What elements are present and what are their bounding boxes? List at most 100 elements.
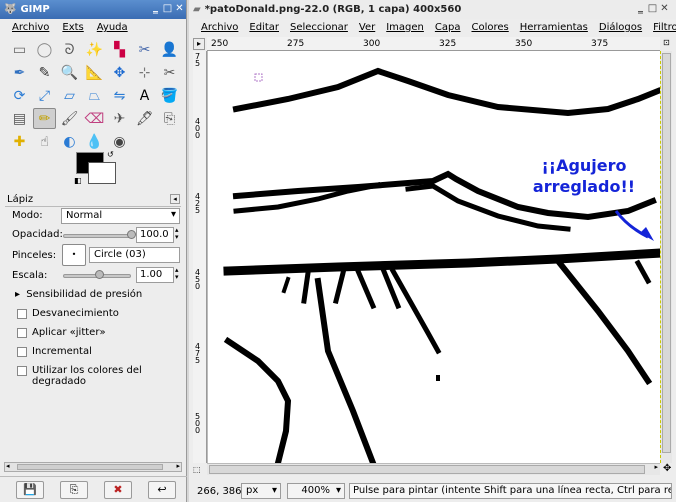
fuzzy-select-tool-icon[interactable]: ✨ xyxy=(83,39,106,60)
maximize-icon[interactable]: □ xyxy=(647,3,658,14)
close-icon[interactable]: ✕ xyxy=(659,3,670,14)
scale-tool-icon[interactable]: ⤢ xyxy=(33,85,56,106)
ink-tool-icon[interactable]: 🖋 xyxy=(133,108,156,129)
scale-slider-knob[interactable] xyxy=(95,270,104,279)
smudge-tool-icon[interactable]: ☝ xyxy=(33,131,56,152)
scale-stepper-icon[interactable]: ▴ ▾ xyxy=(175,267,179,281)
airbrush-tool-icon[interactable]: ✈ xyxy=(108,108,131,129)
color-select-tool-icon[interactable]: ▚ xyxy=(108,39,131,60)
bucket-fill-tool-icon[interactable]: 🪣 xyxy=(158,85,181,106)
rotate-tool-icon[interactable]: ⟳ xyxy=(8,85,31,106)
opacity-slider-knob[interactable] xyxy=(127,230,136,239)
menu-editar[interactable]: Editar xyxy=(249,22,279,33)
minimize-icon[interactable]: ‗ xyxy=(635,3,646,14)
quick-mask-icon[interactable]: ⬚ xyxy=(193,465,205,475)
option-checkbox[interactable] xyxy=(17,347,27,357)
pencil-tool-icon[interactable]: ✏ xyxy=(33,108,56,129)
option-checkbox[interactable] xyxy=(17,328,27,338)
save-options-button[interactable]: 💾 xyxy=(16,481,44,499)
menu-exts[interactable]: Exts xyxy=(62,22,83,33)
restore-options-button[interactable]: ⎘ xyxy=(60,481,88,499)
menu-ayuda[interactable]: Ayuda xyxy=(97,22,128,33)
maximize-icon[interactable]: □ xyxy=(162,3,173,14)
tool-options-menu-icon[interactable]: ◂ xyxy=(170,194,180,204)
scroll-right-icon[interactable]: ▸ xyxy=(176,462,180,470)
vertical-ruler[interactable]: 75 400 425 450 475 500 xyxy=(193,51,207,463)
menu-seleccionar[interactable]: Seleccionar xyxy=(290,22,348,33)
opacity-slider[interactable] xyxy=(63,234,131,238)
brush-preview-button[interactable]: • xyxy=(62,244,86,266)
pressure-expander[interactable]: ▸ Sensibilidad de presión xyxy=(15,289,142,300)
minimize-icon[interactable]: ‗ xyxy=(150,3,161,14)
tool-grid: ▭ ◯ ᘐ ✨ ▚ ✂ 👤 ✒ ✎ 🔍 📐 ✥ ⊹ ✂ ⟳ ⤢ ▱ ⏢ ⇋ A 🪣 ▤ ✏ 🖌 ⌫ ✈ 🖋 ⎘ ✚ ☝ ◐ 💧 ◉ xyxy=(8,39,184,154)
align-tool-icon[interactable]: ⊹ xyxy=(133,62,156,83)
crop-tool-icon[interactable]: ✂ xyxy=(158,62,181,83)
default-colors-icon[interactable]: ◧ xyxy=(74,176,82,185)
scroll-right-icon[interactable]: ▸ xyxy=(654,463,658,471)
menu-capa[interactable]: Capa xyxy=(435,22,461,33)
clone-tool-icon[interactable]: ⎘ xyxy=(158,108,181,129)
ruler-corner-icon[interactable]: ⊡ xyxy=(663,38,673,50)
menu-filtros[interactable]: Filtros xyxy=(653,22,676,33)
blend-tool-icon[interactable]: ▤ xyxy=(8,108,31,129)
reset-options-button[interactable]: ↩ xyxy=(148,481,176,499)
opacity-stepper-icon[interactable]: ▴ ▾ xyxy=(175,227,179,241)
option-checkbox[interactable] xyxy=(17,309,27,319)
scroll-thumb[interactable] xyxy=(662,53,671,453)
navigate-icon[interactable]: ✥ xyxy=(663,463,674,475)
foreground-select-tool-icon[interactable]: 👤 xyxy=(158,39,181,60)
ellipse-select-tool-icon[interactable]: ◯ xyxy=(33,39,56,60)
text-tool-icon[interactable]: A xyxy=(133,85,156,106)
scroll-thumb[interactable] xyxy=(209,465,645,474)
menu-archivo[interactable]: Archivo xyxy=(201,22,238,33)
zoom-select[interactable]: 400% ▾ xyxy=(287,483,345,499)
paths-tool-icon[interactable]: ✒ xyxy=(8,62,31,83)
menu-imagen[interactable]: Imagen xyxy=(386,22,424,33)
menu-ver[interactable]: Ver xyxy=(359,22,375,33)
delete-options-button[interactable]: ✖ xyxy=(104,481,132,499)
dodge-burn-tool-icon[interactable]: ◐ xyxy=(58,131,81,152)
perspective-tool-icon[interactable]: ⏢ xyxy=(83,85,106,106)
convolve-tool-icon[interactable]: 💧 xyxy=(83,131,106,152)
color-tool-tool-icon[interactable]: ◉ xyxy=(108,131,131,152)
close-icon[interactable]: ✕ xyxy=(174,3,185,14)
heal-tool-icon[interactable]: ✚ xyxy=(8,131,31,152)
move-tool-icon[interactable]: ✥ xyxy=(108,62,131,83)
rect-select-tool-icon[interactable]: ▭ xyxy=(8,39,31,60)
scroll-thumb[interactable] xyxy=(17,464,163,470)
status-bar: 266, 386 px ▾ 400% ▾ Pulse para pintar (… xyxy=(189,480,676,502)
eraser-tool-icon[interactable]: ⌫ xyxy=(83,108,106,129)
measure-tool-icon[interactable]: 📐 xyxy=(83,62,106,83)
vertical-scrollbar[interactable] xyxy=(660,51,672,463)
mode-select[interactable]: Normal ▾ xyxy=(61,208,180,224)
opacity-input[interactable]: 100.0 xyxy=(136,227,174,243)
unit-select[interactable]: px ▾ xyxy=(241,483,281,499)
swap-colors-icon[interactable]: ↺ xyxy=(107,150,114,159)
feather-line xyxy=(389,267,442,355)
menu-archivo[interactable]: Archivo xyxy=(12,22,49,33)
scissors-tool-icon[interactable]: ✂ xyxy=(133,39,156,60)
flip-tool-icon[interactable]: ⇋ xyxy=(108,85,131,106)
toolbox-hscroll[interactable]: ◂ ▸ xyxy=(4,462,182,472)
paintbrush-tool-icon[interactable]: 🖌 xyxy=(58,108,81,129)
band-line xyxy=(223,248,660,276)
menu-herramientas[interactable]: Herramientas xyxy=(520,22,588,33)
background-color-swatch[interactable] xyxy=(88,162,116,184)
horizontal-ruler[interactable]: 250 275 300 325 350 375 xyxy=(207,37,660,51)
tool-options-panel: Lápiz ◂ Modo: Normal ▾ Opacidad: 100.0 ▴… xyxy=(5,192,183,472)
scroll-left-icon[interactable]: ◂ xyxy=(6,462,10,470)
image-canvas[interactable]: ¡¡Agujero arreglado!! xyxy=(207,51,660,463)
menu-dialogos[interactable]: Diálogos xyxy=(599,22,642,33)
zoom-tool-icon[interactable]: 🔍 xyxy=(58,62,81,83)
lasso-tool-icon[interactable]: ᘐ xyxy=(58,39,81,60)
horizontal-scrollbar[interactable]: ▸ xyxy=(207,463,660,475)
shear-tool-icon[interactable]: ▱ xyxy=(58,85,81,106)
option-checkbox[interactable] xyxy=(17,366,27,376)
brush-name-field[interactable]: Circle (03) xyxy=(89,247,180,263)
image-menu-button[interactable]: ▸ xyxy=(193,38,205,50)
scale-input[interactable]: 1.00 xyxy=(136,267,174,283)
menu-colores[interactable]: Colores xyxy=(471,22,508,33)
toolbox-titlebar[interactable]: 🐺 GIMP ‗ □ ✕ xyxy=(0,0,186,19)
image-titlebar[interactable]: ▰ *patoDonald.png-22.0 (RGB, 1 capa) 400… xyxy=(189,0,676,19)
color-picker-tool-icon[interactable]: ✎ xyxy=(33,62,56,83)
